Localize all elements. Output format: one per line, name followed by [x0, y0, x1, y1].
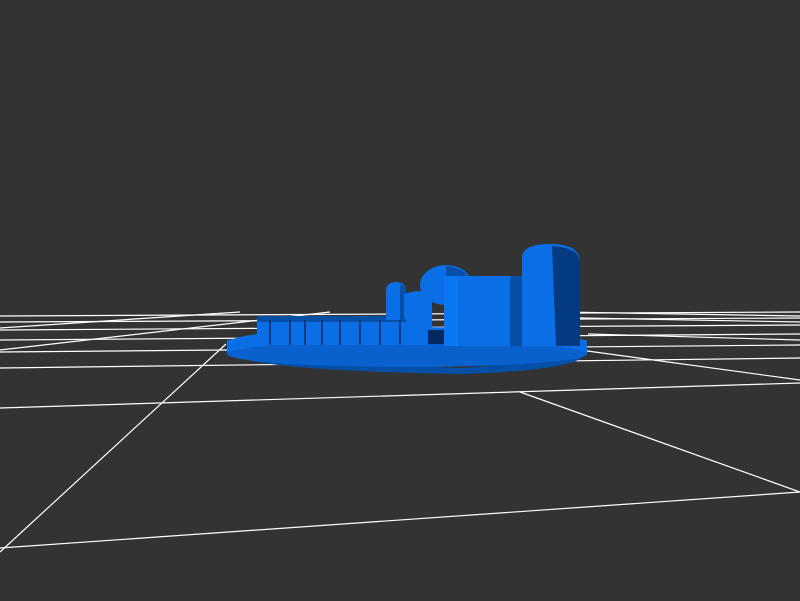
grid-line [0, 491, 800, 549]
model-main-block-side [510, 276, 524, 346]
model-tall-tower-shade [552, 246, 580, 346]
grid-line [579, 349, 800, 381]
3d-model[interactable] [227, 244, 587, 374]
scene-canvas[interactable] [0, 0, 800, 601]
grid-line [519, 391, 800, 493]
grid-line [0, 311, 241, 329]
model-main-block-front [444, 276, 458, 346]
grid-line [0, 343, 227, 553]
model-fence [257, 318, 427, 345]
grid-line [0, 382, 800, 409]
3d-viewport[interactable] [0, 0, 800, 601]
model-doorway [428, 330, 444, 344]
